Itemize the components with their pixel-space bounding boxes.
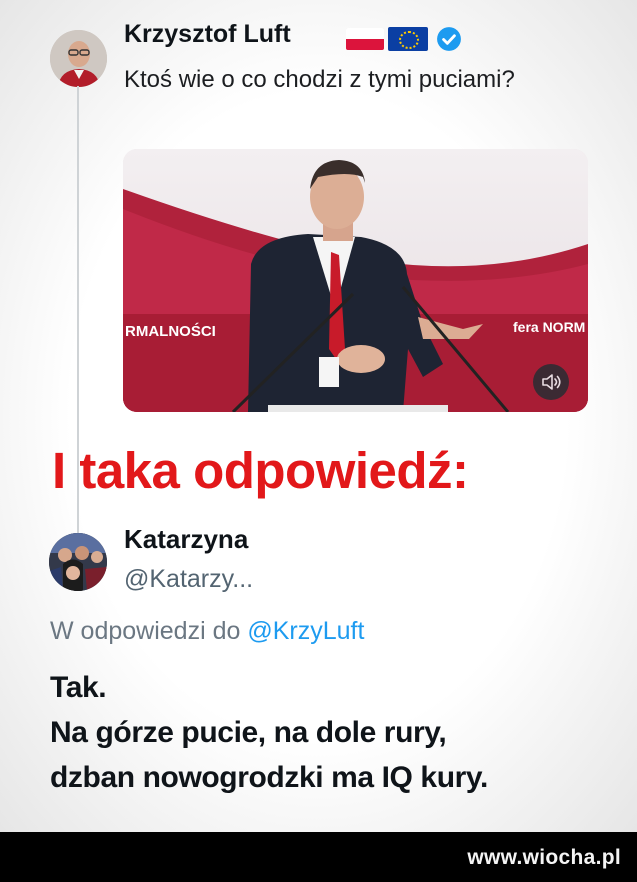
site-watermark: www.wiocha.pl: [467, 846, 621, 869]
screenshot-page: Krzysztof Luft Ktoś wie o co chodzi z ty…: [0, 0, 637, 832]
watermark-bar: www.wiocha.pl: [0, 832, 637, 882]
headline-text: I taka odpowiedź:: [52, 442, 469, 499]
backdrop-text-right: fera NORM: [513, 319, 585, 335]
author-flags: [346, 27, 428, 51]
eu-flag-icon: [388, 27, 428, 51]
post-video[interactable]: RMALNOŚCI fera NORM: [123, 149, 588, 412]
post-author-name[interactable]: Krzysztof Luft: [124, 20, 291, 49]
reply-text: Tak. Na górze pucie, na dole rury, dzban…: [50, 665, 488, 800]
reply-author-handle[interactable]: @Katarzy...: [124, 565, 253, 594]
backdrop-text-left: RMALNOŚCI: [125, 322, 216, 340]
verified-badge-icon: [437, 27, 461, 51]
mute-toggle-button[interactable]: [533, 364, 569, 400]
thread-connector-line: [77, 86, 79, 590]
reply-author-avatar[interactable]: [49, 533, 107, 591]
reply-line: Na górze pucie, na dole rury,: [50, 716, 447, 749]
group-photo-icon: [49, 533, 107, 591]
reply-author-name[interactable]: Katarzyna: [124, 524, 248, 555]
person-photo-icon: [50, 30, 107, 87]
poland-flag-icon: [346, 28, 384, 50]
in-reply-to-line: W odpowiedzi do @KrzyLuft: [50, 617, 364, 646]
in-reply-to-mention-link[interactable]: @KrzyLuft: [247, 617, 364, 645]
author-avatar[interactable]: [50, 30, 107, 87]
reply-line: Tak.: [50, 671, 107, 704]
reply-line: dzban nowogrodzki ma IQ kury.: [50, 761, 488, 794]
speaker-icon: [542, 374, 561, 390]
video-frame: RMALNOŚCI fera NORM: [123, 149, 588, 412]
post-text: Ktoś wie o co chodzi z tymi puciami?: [124, 66, 515, 93]
in-reply-to-prefix: W odpowiedzi do: [50, 617, 248, 645]
